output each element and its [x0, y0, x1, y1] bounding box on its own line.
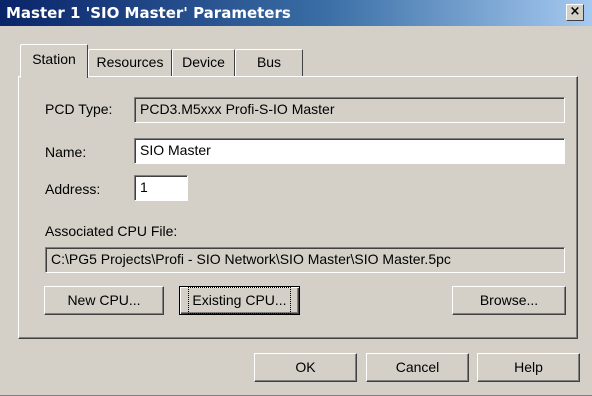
new-cpu-button-label: New CPU...: [67, 292, 141, 308]
tab-resources[interactable]: Resources: [88, 49, 172, 76]
tab-bus[interactable]: Bus: [235, 49, 303, 76]
existing-cpu-button[interactable]: Existing CPU...: [179, 286, 300, 315]
tab-station[interactable]: Station: [20, 44, 88, 78]
address-field[interactable]: 1: [134, 175, 188, 201]
tab-bus-label: Bus: [256, 54, 282, 70]
close-button[interactable]: ×: [566, 4, 584, 21]
existing-cpu-button-label: Existing CPU...: [188, 287, 291, 314]
station-tab-panel: PCD Type: PCD3.M5xxx Profi-S-IO Master N…: [18, 76, 578, 339]
ok-button[interactable]: OK: [254, 353, 357, 382]
ok-button-label: OK: [295, 359, 316, 375]
new-cpu-button[interactable]: New CPU...: [44, 286, 164, 315]
cancel-button[interactable]: Cancel: [366, 353, 469, 382]
tab-device[interactable]: Device: [172, 49, 235, 76]
cpu-file-label: Associated CPU File:: [45, 223, 178, 239]
window-title: Master 1 'SIO Master' Parameters: [6, 4, 291, 22]
tab-station-label: Station: [32, 51, 76, 67]
browse-button[interactable]: Browse...: [452, 286, 566, 315]
pcd-type-field: PCD3.M5xxx Profi-S-IO Master: [134, 97, 565, 123]
tab-resources-label: Resources: [96, 54, 164, 70]
parameters-dialog: Master 1 'SIO Master' Parameters × Stati…: [0, 0, 592, 396]
cpu-file-field: C:\PG5 Projects\Profi - SIO Network\SIO …: [45, 247, 565, 273]
browse-button-label: Browse...: [479, 292, 539, 308]
tab-device-label: Device: [182, 54, 225, 70]
close-icon: ×: [569, 4, 581, 19]
name-label: Name:: [45, 144, 87, 160]
help-button[interactable]: Help: [477, 353, 580, 382]
help-button-label: Help: [514, 359, 543, 375]
address-label: Address:: [45, 181, 101, 197]
title-bar[interactable]: Master 1 'SIO Master' Parameters ×: [0, 0, 592, 26]
cancel-button-label: Cancel: [395, 359, 440, 375]
pcd-type-label: PCD Type:: [45, 101, 113, 117]
name-field[interactable]: SIO Master: [134, 138, 565, 164]
